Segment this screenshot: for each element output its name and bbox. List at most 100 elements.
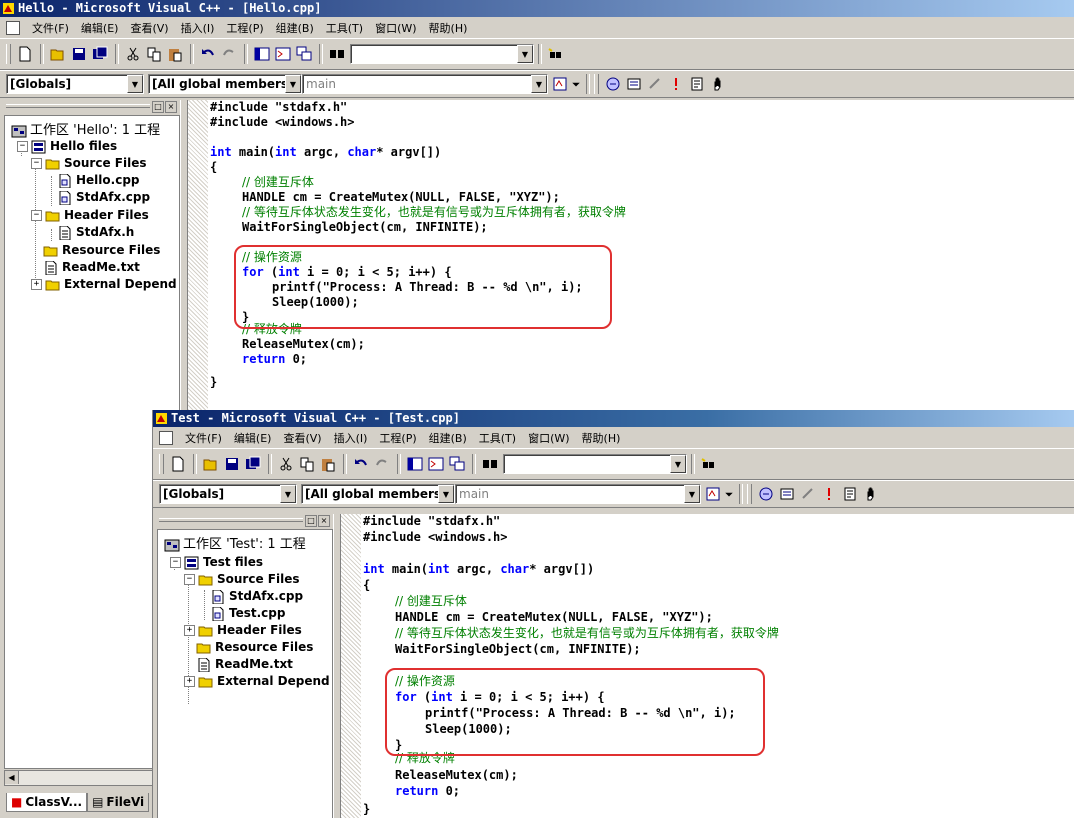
compile-icon[interactable] [603,74,623,94]
collapse-icon[interactable]: − [31,158,42,169]
hand-icon[interactable] [861,484,881,504]
toolbar-grip[interactable] [594,74,599,94]
copy-icon[interactable] [297,454,317,474]
menu-tools[interactable]: 工具(T) [320,20,369,36]
code-editor[interactable]: #include "stdafx.h" #include <windows.h>… [341,514,1074,818]
chevron-down-icon[interactable] [571,74,581,94]
tree-item-project[interactable]: − Hello files [17,138,117,155]
menu-build[interactable]: 组建(B) [270,20,320,36]
tree-item-external-dependencies[interactable]: + External Depend [31,276,177,293]
save-icon[interactable] [69,44,89,64]
copy-icon[interactable] [144,44,164,64]
undo-icon[interactable] [198,44,218,64]
redo-icon[interactable] [372,454,392,474]
chevron-down-icon[interactable]: ▼ [517,45,533,63]
chevron-down-icon[interactable]: ▼ [684,485,700,503]
tree-item-readme[interactable]: ReadMe.txt [43,259,140,276]
find-in-files-icon[interactable] [480,454,500,474]
members-combo[interactable]: [All global members ▼ [148,74,302,94]
tab-fileview[interactable]: ▤ FileVi [87,793,150,812]
workspace-root[interactable]: 工作区 'Hello': 1 工程 [11,122,160,139]
function-combo[interactable]: main ▼ [455,484,701,504]
tree-item-header-files[interactable]: + Header Files [184,622,302,639]
compile-icon[interactable] [756,484,776,504]
open-folder-icon[interactable] [48,44,68,64]
menu-file[interactable]: 文件(F) [26,20,75,36]
expand-icon[interactable]: + [184,676,195,687]
menu-edit[interactable]: 编辑(E) [228,430,278,446]
find-in-files-icon[interactable] [327,44,347,64]
execute-icon[interactable] [819,484,839,504]
tree-item-file[interactable]: StdAfx.h [57,224,134,241]
collapse-icon[interactable]: − [170,557,181,568]
tree-item-file[interactable]: StdAfx.cpp [210,588,303,605]
cut-icon[interactable] [123,44,143,64]
chevron-down-icon[interactable]: ▼ [670,455,686,473]
close-icon[interactable]: × [165,101,177,113]
menu-view[interactable]: 查看(V) [277,430,327,446]
chevron-down-icon[interactable]: ▼ [127,75,143,93]
save-all-icon[interactable] [90,44,110,64]
workspace-icon[interactable] [252,44,272,64]
build-icon[interactable] [624,74,644,94]
collapse-icon[interactable]: − [17,141,28,152]
members-combo[interactable]: [All global members ▼ [301,484,455,504]
workspace-icon[interactable] [405,454,425,474]
execute-icon[interactable] [666,74,686,94]
find-icon[interactable] [699,454,719,474]
menu-help[interactable]: 帮助(H) [423,20,474,36]
find-combo[interactable]: ▼ [503,454,687,474]
menu-window[interactable]: 窗口(W) [522,430,575,446]
open-folder-icon[interactable] [201,454,221,474]
menu-file[interactable]: 文件(F) [179,430,228,446]
title-bar[interactable]: Hello - Microsoft Visual C++ - [Hello.cp… [0,0,1074,17]
menu-window[interactable]: 窗口(W) [369,20,422,36]
chevron-down-icon[interactable] [724,484,734,504]
tab-classview[interactable]: ■ ClassV... [6,793,88,812]
tree-item-project[interactable]: − Test files [170,554,263,571]
redo-icon[interactable] [219,44,239,64]
tree-item-external-dependencies[interactable]: + External Depend [184,673,330,690]
save-icon[interactable] [222,454,242,474]
chevron-down-icon[interactable]: ▼ [280,485,296,503]
save-all-icon[interactable] [243,454,263,474]
tree-item-file[interactable]: Test.cpp [210,605,285,622]
stop-build-icon[interactable] [798,484,818,504]
hand-icon[interactable] [708,74,728,94]
undo-icon[interactable] [351,454,371,474]
menu-tools[interactable]: 工具(T) [473,430,522,446]
cut-icon[interactable] [276,454,296,474]
tree-item-file[interactable]: StdAfx.cpp [57,189,150,206]
insert-breakpoint-icon[interactable] [687,74,707,94]
workspace-grip[interactable] [6,104,150,108]
windows-icon[interactable] [294,44,314,64]
expand-icon[interactable]: + [31,279,42,290]
tree-item-resource-files[interactable]: Resource Files [43,242,160,259]
document-icon[interactable] [6,20,20,35]
menu-insert[interactable]: 插入(I) [328,430,374,446]
chevron-down-icon[interactable]: ▼ [285,75,301,93]
restore-icon[interactable]: □ [152,101,164,113]
menu-view[interactable]: 查看(V) [124,20,174,36]
tree-item-header-files[interactable]: − Header Files [31,207,149,224]
insert-breakpoint-icon[interactable] [840,484,860,504]
menu-project[interactable]: 工程(P) [373,430,422,446]
tree-item-readme[interactable]: ReadMe.txt [196,656,293,673]
menu-build[interactable]: 组建(B) [423,430,473,446]
pane-splitter[interactable] [333,514,341,818]
close-icon[interactable]: × [318,515,330,527]
toolbar-grip[interactable] [6,44,11,64]
menu-help[interactable]: 帮助(H) [576,430,627,446]
tree-item-source-files[interactable]: − Source Files [184,571,299,588]
windows-icon[interactable] [447,454,467,474]
paste-icon[interactable] [318,454,338,474]
workspace-root[interactable]: 工作区 'Test': 1 工程 [164,536,306,553]
expand-icon[interactable]: + [184,625,195,636]
document-icon[interactable] [159,430,173,445]
scroll-left-icon[interactable]: ◀ [5,771,19,784]
paste-icon[interactable] [165,44,185,64]
build-icon[interactable] [777,484,797,504]
output-icon[interactable] [426,454,446,474]
menu-project[interactable]: 工程(P) [220,20,269,36]
tree-item-resource-files[interactable]: Resource Files [196,639,313,656]
